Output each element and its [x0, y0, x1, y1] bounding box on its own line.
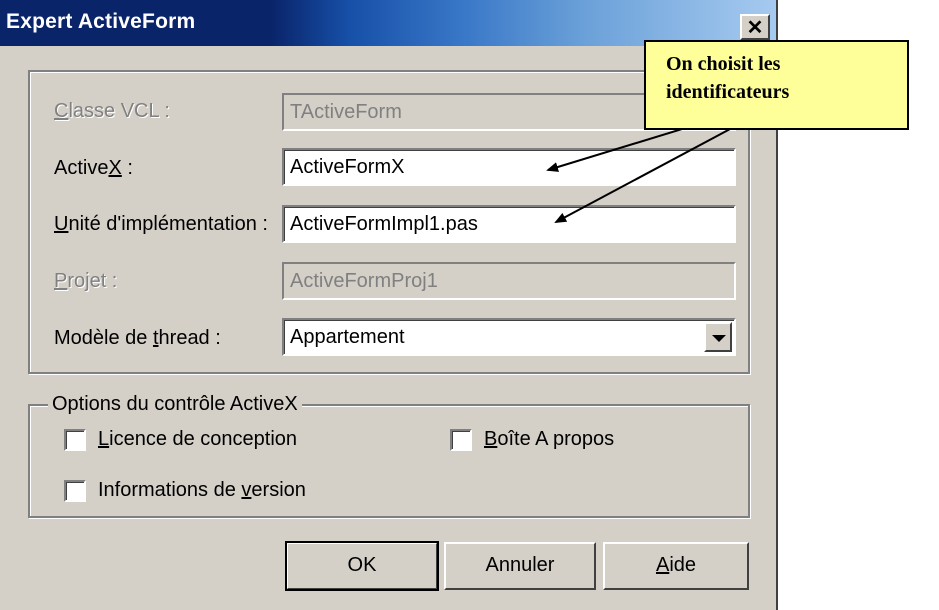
annuler-button[interactable]: Annuler [444, 542, 596, 590]
annotation-callout: On choisit les identificateurs [644, 40, 909, 130]
version-label: Informations de version [98, 479, 306, 501]
version-checkbox[interactable] [64, 479, 86, 502]
chevron-down-icon [712, 335, 726, 342]
projet-label: Projet : [54, 270, 118, 292]
thread-dropdown-button[interactable] [704, 322, 732, 352]
boite-apropos-checkbox-row[interactable]: Boîte A propos [450, 428, 614, 451]
boite-apropos-checkbox[interactable] [450, 428, 472, 451]
ok-button[interactable]: OK [285, 541, 439, 591]
callout-line-2: identificateurs [666, 81, 790, 103]
unite-implementation-input[interactable]: ActiveFormImpl1.pas [282, 205, 736, 243]
close-icon: ✕ [746, 17, 764, 39]
licence-label: Licence de conception [98, 428, 298, 450]
close-button[interactable]: ✕ [740, 14, 770, 40]
callout-line-1: On choisit les [666, 53, 781, 75]
options-legend: Options du contrôle ActiveX [48, 393, 302, 416]
unite-label: Unité d'implémentation : [54, 213, 268, 235]
version-checkbox-row[interactable]: Informations de version [64, 479, 306, 502]
licence-checkbox-row[interactable]: Licence de conception [64, 428, 297, 451]
activex-label: ActiveX : [54, 157, 133, 179]
aide-button[interactable]: Aide [603, 542, 749, 590]
boite-apropos-label: Boîte A propos [484, 428, 615, 450]
activex-name-input[interactable]: ActiveFormX [282, 148, 736, 186]
window-title: Expert ActiveForm [6, 10, 196, 33]
projet-field: ActiveFormProj1 [282, 262, 736, 300]
thread-label: Modèle de thread : [54, 327, 221, 349]
licence-checkbox[interactable] [64, 428, 86, 451]
thread-model-select[interactable]: Appartement [282, 318, 736, 356]
classe-vcl-label: Classe VCL : [54, 100, 170, 122]
thread-model-value: Appartement [290, 326, 405, 348]
